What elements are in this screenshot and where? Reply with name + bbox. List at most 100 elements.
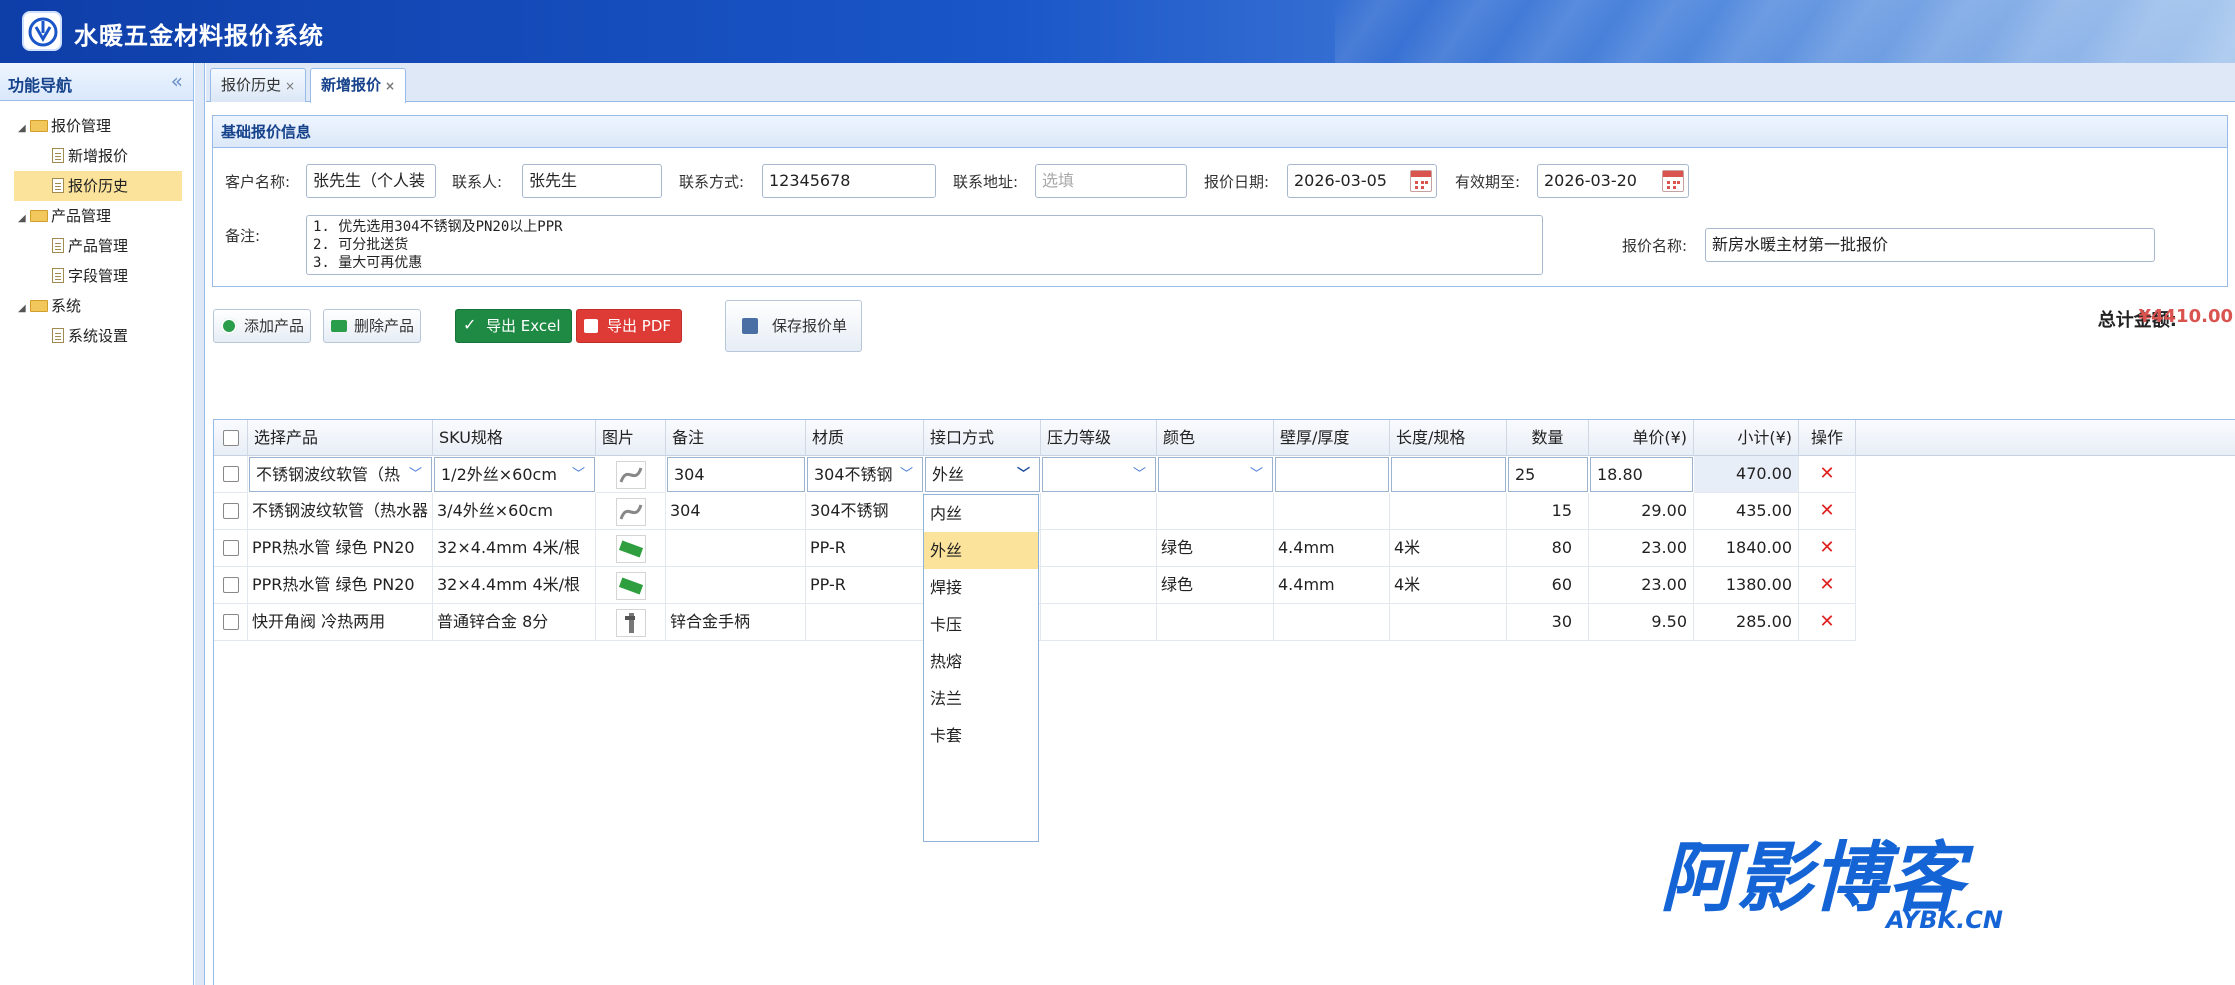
memo-textarea[interactable]: 1. 优先选用304不锈钢及PN20以上PPR 2. 可分批送货 3. 量大可再…	[306, 215, 1543, 275]
col-header-length[interactable]: 长度/规格	[1390, 420, 1507, 456]
note-cell[interactable]: 304	[666, 493, 806, 530]
row-checkbox-cell[interactable]	[214, 456, 248, 493]
col-header-image[interactable]: 图片	[596, 420, 666, 456]
dropdown-option-selected[interactable]: 外丝	[924, 532, 1038, 569]
color-cell[interactable]	[1157, 493, 1274, 530]
price-cell[interactable]: 23.00	[1589, 530, 1694, 567]
price-cell[interactable]: 23.00	[1589, 567, 1694, 604]
col-header-note[interactable]: 备注	[666, 420, 806, 456]
col-header-interface[interactable]: 接口方式	[924, 420, 1041, 456]
length-cell[interactable]	[1390, 493, 1507, 530]
col-header-product[interactable]: 选择产品	[248, 420, 433, 456]
col-header-subtotal[interactable]: 小计(¥)	[1694, 420, 1799, 456]
sku-select[interactable]: 1/2外丝×60cm ﹀	[434, 457, 595, 492]
close-icon[interactable]: ×	[285, 79, 295, 93]
chevron-down-icon[interactable]: ﹀	[409, 458, 427, 491]
col-header-color[interactable]: 颜色	[1157, 420, 1274, 456]
save-quote-button[interactable]: 保存报价单	[725, 300, 863, 352]
note-cell[interactable]	[666, 530, 806, 567]
export-excel-button[interactable]: ✓ 导出 Excel	[455, 309, 572, 343]
chevron-down-icon[interactable]: ﹀	[1250, 458, 1268, 491]
delete-row-x[interactable]: ✕	[1819, 574, 1834, 595]
sku-cell[interactable]: 3/4外丝×60cm	[433, 493, 596, 530]
quote-name-input[interactable]: 新房水暖主材第一批报价	[1705, 228, 2155, 262]
color-cell[interactable]: 绿色	[1157, 567, 1274, 604]
delete-row-x[interactable]: ✕	[1819, 500, 1834, 521]
sidebar-item-new-quote[interactable]: 新增报价	[52, 141, 180, 171]
dropdown-option[interactable]: 卡套	[924, 717, 1038, 754]
chevron-down-icon[interactable]: ﹀	[572, 458, 590, 491]
sku-cell[interactable]: 32×4.4mm 4米/根	[433, 530, 596, 567]
chevron-down-icon[interactable]: ﹀	[900, 458, 918, 491]
interface-dropdown-list[interactable]: 内丝 外丝 焊接 卡压 热熔 法兰 卡套	[923, 494, 1039, 842]
select-all-checkbox[interactable]	[222, 429, 239, 446]
row-checkbox[interactable]	[222, 502, 239, 519]
chevron-down-icon[interactable]: ﹀	[1017, 458, 1035, 491]
delete-row-icon[interactable]: ✕	[1799, 493, 1856, 530]
price-cell[interactable]: 9.50	[1589, 604, 1694, 641]
row-checkbox[interactable]	[222, 539, 239, 556]
color-cell[interactable]: 绿色	[1157, 530, 1274, 567]
col-header-sku[interactable]: SKU规格	[433, 420, 596, 456]
price-cell[interactable]: 29.00	[1589, 493, 1694, 530]
chevron-down-icon[interactable]: ﹀	[1133, 458, 1151, 491]
dropdown-option[interactable]: 焊接	[924, 569, 1038, 606]
delete-row-icon[interactable]: ✕	[1799, 604, 1856, 641]
row-checkbox[interactable]	[222, 576, 239, 593]
thickness-input[interactable]	[1275, 457, 1389, 492]
note-input[interactable]: 304	[667, 457, 805, 492]
price-input[interactable]: 18.80	[1590, 457, 1693, 492]
delete-product-button[interactable]: 删除产品	[323, 309, 422, 343]
thickness-cell[interactable]: 4.4mm	[1274, 567, 1390, 604]
delete-row-x[interactable]: ✕	[1819, 463, 1834, 484]
col-header-pressure[interactable]: 压力等级	[1041, 420, 1157, 456]
col-header-thickness[interactable]: 壁厚/厚度	[1274, 420, 1390, 456]
dropdown-option[interactable]: 热熔	[924, 643, 1038, 680]
material-cell[interactable]	[806, 604, 924, 641]
calendar-icon[interactable]	[1662, 170, 1684, 192]
product-select[interactable]: 不锈钢波纹软管（热 ﹀	[249, 457, 432, 492]
length-cell[interactable]: 4米	[1390, 530, 1507, 567]
pressure-cell[interactable]	[1041, 493, 1157, 530]
thickness-cell[interactable]	[1274, 604, 1390, 641]
pressure-select[interactable]: ﹀	[1042, 457, 1156, 492]
tab-quote-history[interactable]: 报价历史 ×	[210, 68, 307, 102]
sku-cell[interactable]: 普通锌合金 8分	[433, 604, 596, 641]
col-header-price[interactable]: 单价(¥)	[1589, 420, 1694, 456]
row-checkbox-cell[interactable]	[214, 493, 248, 530]
note-cell[interactable]: 锌合金手柄	[666, 604, 806, 641]
delete-row-icon[interactable]: ✕	[1799, 530, 1856, 567]
calendar-icon[interactable]	[1410, 170, 1432, 192]
row-checkbox-cell[interactable]	[214, 604, 248, 641]
row-checkbox[interactable]	[222, 613, 239, 630]
interface-select[interactable]: 外丝 ﹀	[925, 457, 1040, 492]
color-cell[interactable]	[1157, 604, 1274, 641]
valid-until-input[interactable]: 2026-03-20	[1537, 164, 1689, 198]
address-input[interactable]: 选填	[1035, 164, 1187, 198]
qty-cell[interactable]: 15	[1507, 493, 1589, 530]
col-header-material[interactable]: 材质	[806, 420, 924, 456]
note-cell[interactable]	[666, 567, 806, 604]
product-cell[interactable]: 不锈钢波纹软管（热水器	[248, 493, 433, 530]
select-all-checkbox-header[interactable]	[214, 420, 248, 456]
add-product-button[interactable]: 添加产品	[213, 309, 312, 343]
close-icon[interactable]: ×	[385, 79, 395, 93]
product-image-cell[interactable]	[596, 530, 666, 567]
delete-row-x[interactable]: ✕	[1819, 537, 1834, 558]
qty-cell[interactable]: 80	[1507, 530, 1589, 567]
thickness-cell[interactable]: 4.4mm	[1274, 530, 1390, 567]
row-checkbox-cell[interactable]	[214, 567, 248, 604]
product-image-cell[interactable]	[596, 567, 666, 604]
length-cell[interactable]: 4米	[1390, 567, 1507, 604]
qty-cell[interactable]: 60	[1507, 567, 1589, 604]
sidebar-item-quote-history[interactable]: 报价历史	[14, 171, 182, 201]
product-cell[interactable]: PPR热水管 绿色 PN20	[248, 530, 433, 567]
sidebar-group-product[interactable]: ◢ 产品管理	[18, 201, 111, 231]
color-select[interactable]: ﹀	[1158, 457, 1273, 492]
material-cell[interactable]: 304不锈钢	[806, 493, 924, 530]
contact-input[interactable]: 张先生	[522, 164, 662, 198]
delete-row-icon[interactable]: ✕	[1799, 567, 1856, 604]
product-image-cell[interactable]	[596, 456, 666, 493]
delete-row-icon[interactable]: ✕	[1799, 456, 1856, 493]
customer-input[interactable]: 张先生（个人装	[306, 164, 436, 198]
